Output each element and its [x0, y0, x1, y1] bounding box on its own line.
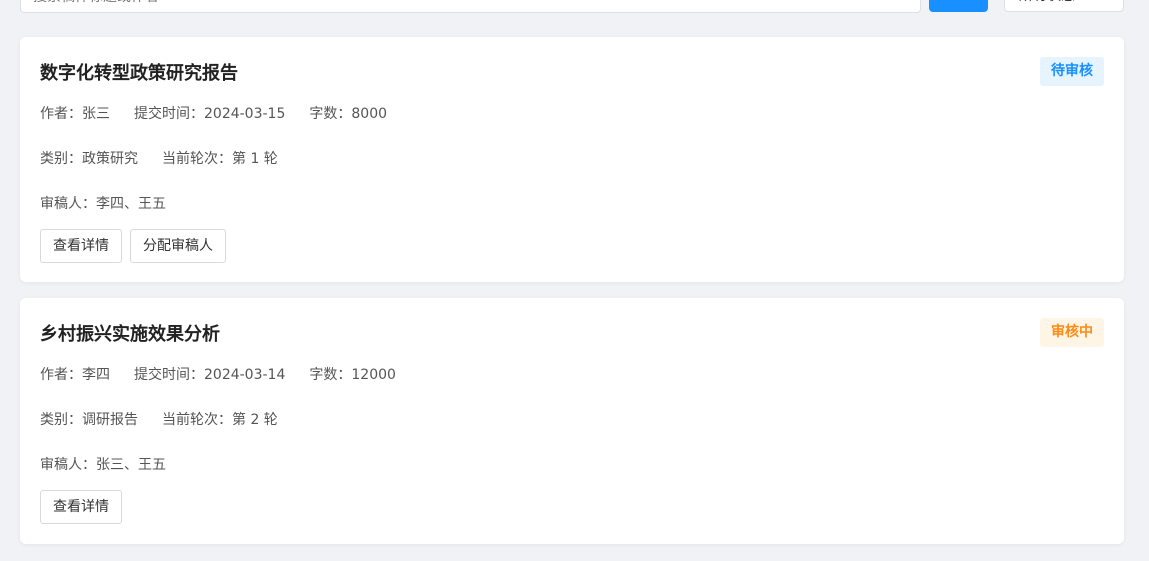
manuscript-title: 数字化转型政策研究报告	[40, 63, 238, 84]
meta-row: 作者：张三 提交时间：2024-03-15 字数：8000	[40, 103, 411, 123]
manuscript-card: 数字化转型政策研究报告 待审核 作者：张三 提交时间：2024-03-15 字数：8…	[20, 37, 1124, 282]
word-count-text: 字数：12000	[309, 367, 396, 383]
search-bar: 搜索 所有状态	[0, 0, 1149, 13]
author-text: 作者：李四	[40, 367, 110, 383]
meta-row: 类别：调研报告 当前轮次：第 2 轮	[40, 409, 302, 429]
round-text: 当前轮次：第 2 轮	[162, 412, 278, 428]
card-actions: 查看详情 分配审稿人	[40, 229, 234, 263]
search-button[interactable]: 搜索	[929, 0, 988, 12]
status-badge: 审核中	[1040, 318, 1104, 347]
search-input[interactable]	[20, 0, 921, 13]
status-badge: 待审核	[1040, 57, 1104, 86]
meta-row: 类别：政策研究 当前轮次：第 1 轮	[40, 148, 302, 168]
meta-row: 作者：李四 提交时间：2024-03-14 字数：12000	[40, 364, 420, 384]
assign-reviewer-button[interactable]: 分配审稿人	[130, 229, 226, 263]
author-text: 作者：张三	[40, 106, 110, 122]
submit-time-text: 提交时间：2024-03-15	[134, 106, 286, 122]
category-text: 类别：调研报告	[40, 412, 138, 428]
submit-time-text: 提交时间：2024-03-14	[134, 367, 286, 383]
manuscript-card: 乡村振兴实施效果分析 审核中 作者：李四 提交时间：2024-03-14 字数：12…	[20, 298, 1124, 544]
view-details-button[interactable]: 查看详情	[40, 490, 122, 524]
status-filter-select[interactable]: 所有状态	[1004, 0, 1124, 12]
category-text: 类别：政策研究	[40, 151, 138, 167]
reviewers-text: 审稿人：李四、王五	[40, 196, 166, 212]
manuscript-title: 乡村振兴实施效果分析	[40, 324, 220, 345]
word-count-text: 字数：8000	[309, 106, 388, 122]
round-text: 当前轮次：第 1 轮	[162, 151, 278, 167]
reviewers-text: 审稿人：张三、王五	[40, 457, 166, 473]
view-details-button[interactable]: 查看详情	[40, 229, 122, 263]
card-actions: 查看详情	[40, 490, 130, 524]
